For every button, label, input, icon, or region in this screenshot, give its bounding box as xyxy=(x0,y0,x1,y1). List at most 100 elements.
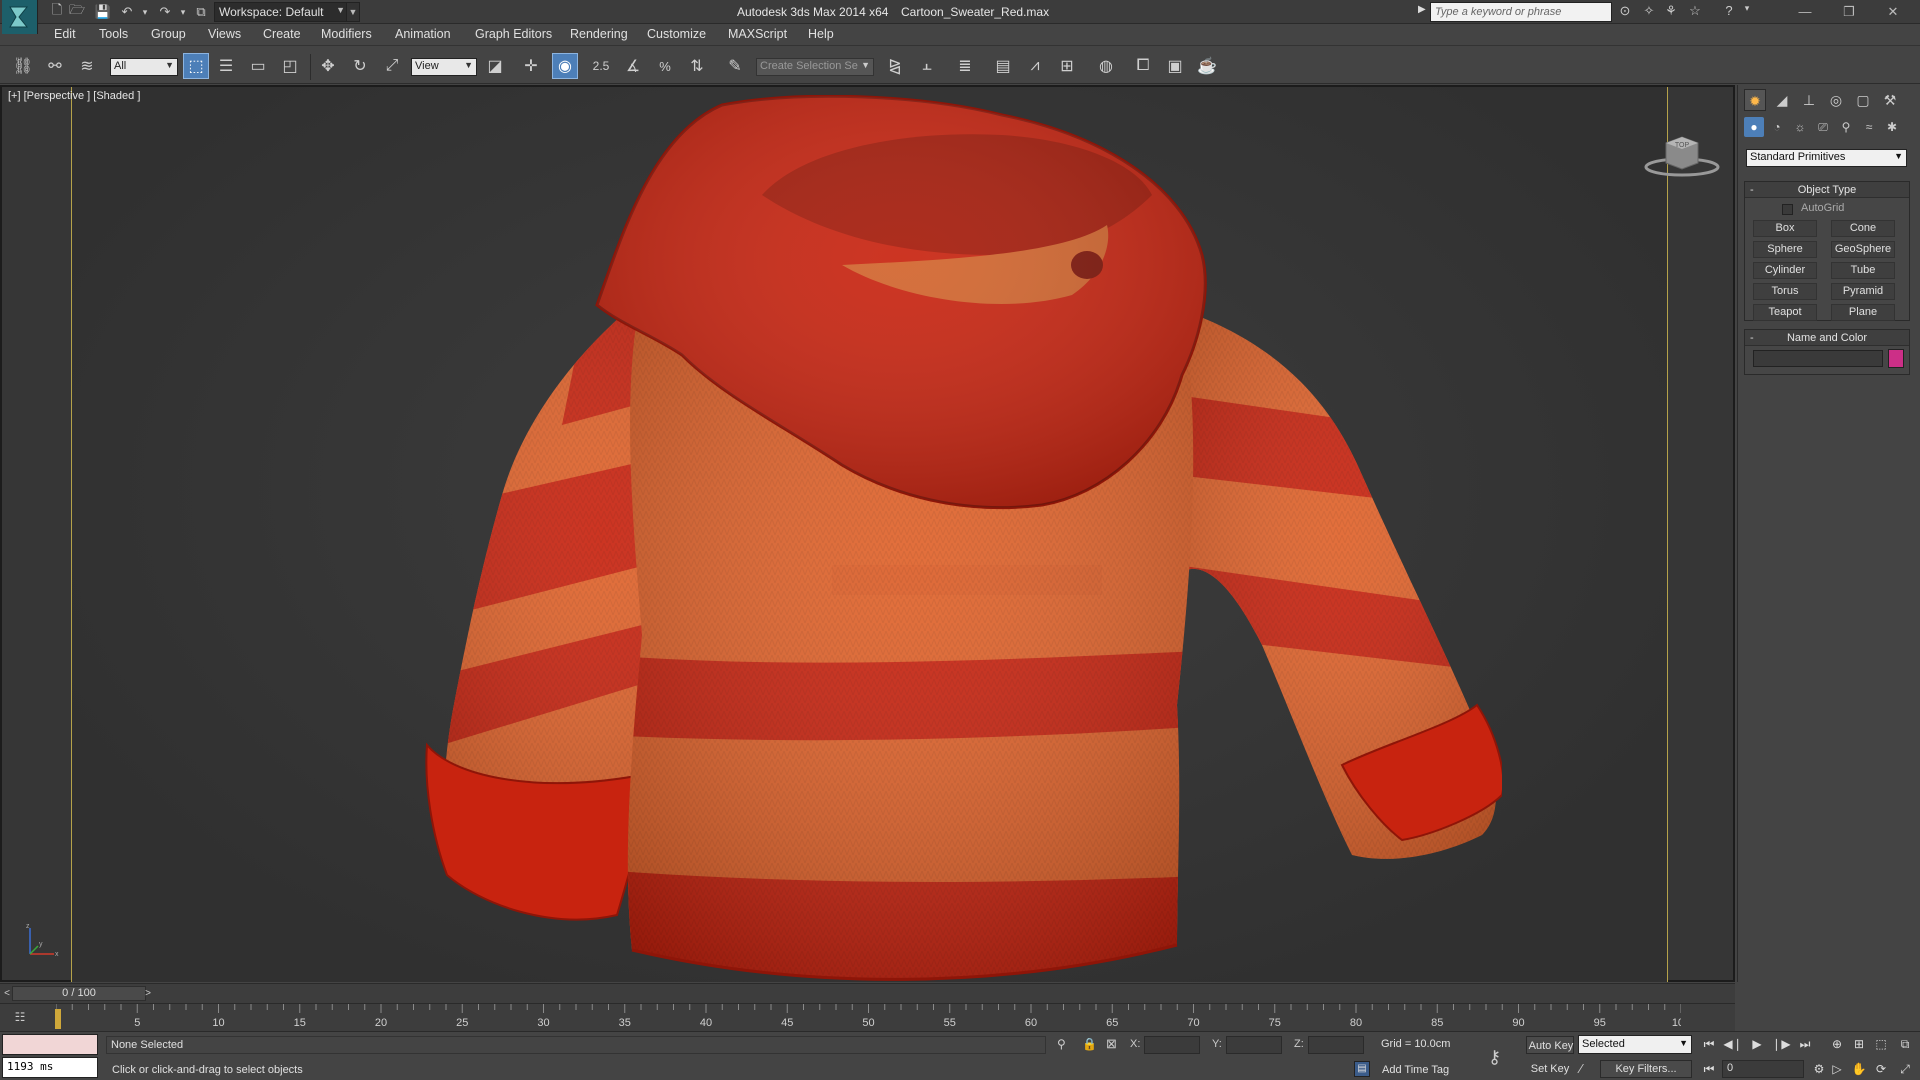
time-tag-icon[interactable]: ▤ xyxy=(1354,1061,1370,1077)
redo-dropdown-icon[interactable]: ▾ xyxy=(174,3,192,21)
previous-frame-icon[interactable]: ◀❘ xyxy=(1722,1035,1744,1053)
absolute-mode-icon[interactable]: ⊠ xyxy=(1106,1036,1117,1052)
y-coord-field[interactable] xyxy=(1226,1036,1282,1054)
save-file-icon[interactable]: 💾 xyxy=(94,3,112,21)
teapot-button[interactable]: Teapot xyxy=(1753,304,1817,321)
select-and-move-icon[interactable]: ✥ xyxy=(315,53,341,79)
rectangular-selection-icon[interactable]: ▭ xyxy=(245,53,271,79)
field-of-view-icon[interactable]: ▷ xyxy=(1826,1060,1848,1078)
subscription-icon[interactable]: ✧ xyxy=(1640,3,1658,21)
perspective-viewport[interactable]: [+] [Perspective ] [Shaded ] TOP z x y xyxy=(0,85,1735,982)
rendered-frame-window-icon[interactable]: ▣ xyxy=(1162,53,1188,79)
open-file-icon[interactable]: 🗁 xyxy=(68,2,86,21)
close-icon[interactable]: ✕ xyxy=(1878,2,1908,22)
menu-modifiers[interactable]: Modifiers xyxy=(321,27,372,41)
help-dropdown-icon[interactable]: ▾ xyxy=(1738,3,1756,21)
key-mode-toggle-icon[interactable]: ⏮ xyxy=(1698,1060,1720,1078)
select-and-rotate-icon[interactable]: ↻ xyxy=(347,53,373,79)
cone-button[interactable]: Cone xyxy=(1831,220,1895,237)
default-tangent-icon[interactable]: ⁄ xyxy=(1580,1061,1582,1076)
menu-tools[interactable]: Tools xyxy=(99,27,128,41)
helpers-icon[interactable]: ⚲ xyxy=(1836,117,1856,137)
shapes-icon[interactable]: ◔ xyxy=(1767,117,1787,137)
redo-icon[interactable]: ↷ xyxy=(156,3,174,21)
select-and-link-icon[interactable]: ⛓ xyxy=(10,53,36,79)
menu-rendering[interactable]: Rendering xyxy=(570,27,628,41)
spinner-snap-icon[interactable]: ⇅ xyxy=(684,53,710,79)
track-bar[interactable]: ☷ 5 10 15 20 25 30 35 40 45 50 55 60 65 70 75 80 85 90 95 1… xyxy=(0,1003,1735,1031)
time-slider[interactable]: < 0 / 100 > xyxy=(0,983,1735,1003)
modify-tab-icon[interactable]: ◢ xyxy=(1771,89,1793,111)
reference-coordinate-dropdown[interactable]: View ▼ xyxy=(411,58,477,76)
orbit-icon[interactable]: ⟳ xyxy=(1870,1060,1892,1078)
primitive-category-dropdown[interactable]: Standard Primitives ▼ xyxy=(1746,149,1907,167)
zoom-icon[interactable]: ⊕ xyxy=(1826,1035,1848,1053)
snaps-toggle-icon[interactable]: 2.5 xyxy=(588,53,614,79)
select-and-scale-icon[interactable]: ⤢ xyxy=(379,53,405,79)
mini-curve-editor-icon[interactable]: ☷ xyxy=(8,1010,32,1028)
add-time-tag[interactable]: Add Time Tag xyxy=(1382,1064,1449,1076)
auto-key-button[interactable]: Auto Key xyxy=(1526,1036,1574,1054)
unlink-selection-icon[interactable]: ⚯ xyxy=(42,53,68,79)
geometry-icon[interactable]: ● xyxy=(1744,117,1764,137)
autogrid-checkbox[interactable] xyxy=(1782,204,1793,215)
play-icon[interactable]: ▶ xyxy=(1746,1035,1768,1053)
new-file-icon[interactable]: 🗋 xyxy=(48,2,66,21)
workspace-expand-button[interactable]: ▼ xyxy=(346,2,360,22)
workspace-dropdown[interactable]: Workspace: Default ▼ xyxy=(214,2,348,22)
zoom-all-icon[interactable]: ⊞ xyxy=(1848,1035,1870,1053)
geosphere-button[interactable]: GeoSphere xyxy=(1831,241,1895,258)
x-coord-field[interactable] xyxy=(1144,1036,1200,1054)
menu-group[interactable]: Group xyxy=(151,27,186,41)
pyramid-button[interactable]: Pyramid xyxy=(1831,283,1895,300)
select-by-name-icon[interactable]: ☰ xyxy=(213,53,239,79)
object-name-input[interactable] xyxy=(1753,350,1883,367)
cylinder-button[interactable]: Cylinder xyxy=(1753,262,1817,279)
create-tab-icon[interactable]: ✹ xyxy=(1744,89,1766,111)
keyboard-shortcut-override-icon[interactable]: ◉ xyxy=(552,53,578,79)
sphere-button[interactable]: Sphere xyxy=(1753,241,1817,258)
key-mode-dropdown[interactable]: Selected ▼ xyxy=(1578,1035,1692,1054)
minimize-icon[interactable]: — xyxy=(1790,2,1820,22)
current-frame-indicator[interactable] xyxy=(55,1009,61,1029)
isolate-selection-icon[interactable]: ⚲ xyxy=(1057,1037,1066,1051)
object-type-header[interactable]: - Object Type xyxy=(1745,182,1909,198)
zoom-extents-icon[interactable]: ⬚ xyxy=(1870,1035,1892,1053)
undo-dropdown-icon[interactable]: ▾ xyxy=(136,3,154,21)
maxscript-output[interactable]: 1193 ms xyxy=(2,1057,98,1078)
render-production-icon[interactable]: ☕ xyxy=(1194,53,1220,79)
curve-editor-icon[interactable]: ⩘ xyxy=(1022,53,1048,79)
plane-button[interactable]: Plane xyxy=(1831,304,1895,321)
search-input[interactable]: Type a keyword or phrase xyxy=(1430,2,1612,22)
restore-icon[interactable]: ❐ xyxy=(1834,2,1864,22)
menu-graph-editors[interactable]: Graph Editors xyxy=(475,27,552,41)
current-frame-field[interactable]: 0 xyxy=(1722,1060,1804,1078)
angle-snap-icon[interactable]: ∡ xyxy=(620,53,646,79)
window-crossing-icon[interactable]: ◰ xyxy=(277,53,303,79)
go-to-end-icon[interactable]: ⏭ xyxy=(1794,1035,1816,1053)
viewport-label[interactable]: [+] [Perspective ] [Shaded ] xyxy=(8,90,140,102)
material-editor-icon[interactable]: ◍ xyxy=(1093,53,1119,79)
object-color-swatch[interactable] xyxy=(1888,349,1904,368)
project-folder-icon[interactable]: ⧉ xyxy=(192,3,210,21)
torus-button[interactable]: Torus xyxy=(1753,283,1817,300)
box-button[interactable]: Box xyxy=(1753,220,1817,237)
hierarchy-tab-icon[interactable]: ⊥ xyxy=(1798,89,1820,111)
zoom-extents-all-icon[interactable]: ⧉ xyxy=(1894,1035,1916,1053)
cameras-icon[interactable]: ⎚ xyxy=(1813,117,1833,137)
maximize-viewport-icon[interactable]: ⤢ xyxy=(1894,1060,1916,1078)
menu-create[interactable]: Create xyxy=(263,27,301,41)
help-icon[interactable]: ? xyxy=(1720,3,1738,21)
name-and-color-header[interactable]: - Name and Color xyxy=(1745,330,1909,346)
display-tab-icon[interactable]: ▢ xyxy=(1852,89,1874,111)
pan-view-icon[interactable]: ✋ xyxy=(1848,1060,1870,1078)
key-filters-button[interactable]: Key Filters... xyxy=(1600,1060,1692,1078)
layer-manager-icon[interactable]: ≣ xyxy=(952,53,978,79)
menu-edit[interactable]: Edit xyxy=(54,27,76,41)
maxscript-listener-input[interactable] xyxy=(2,1034,98,1055)
set-key-button[interactable]: Set Key xyxy=(1526,1060,1574,1078)
favorites-star-icon[interactable]: ☆ xyxy=(1686,3,1704,21)
schematic-view-icon[interactable]: ⊞ xyxy=(1054,53,1080,79)
lights-icon[interactable]: ☼ xyxy=(1790,117,1810,137)
mirror-icon[interactable]: ⧎ xyxy=(882,53,908,79)
